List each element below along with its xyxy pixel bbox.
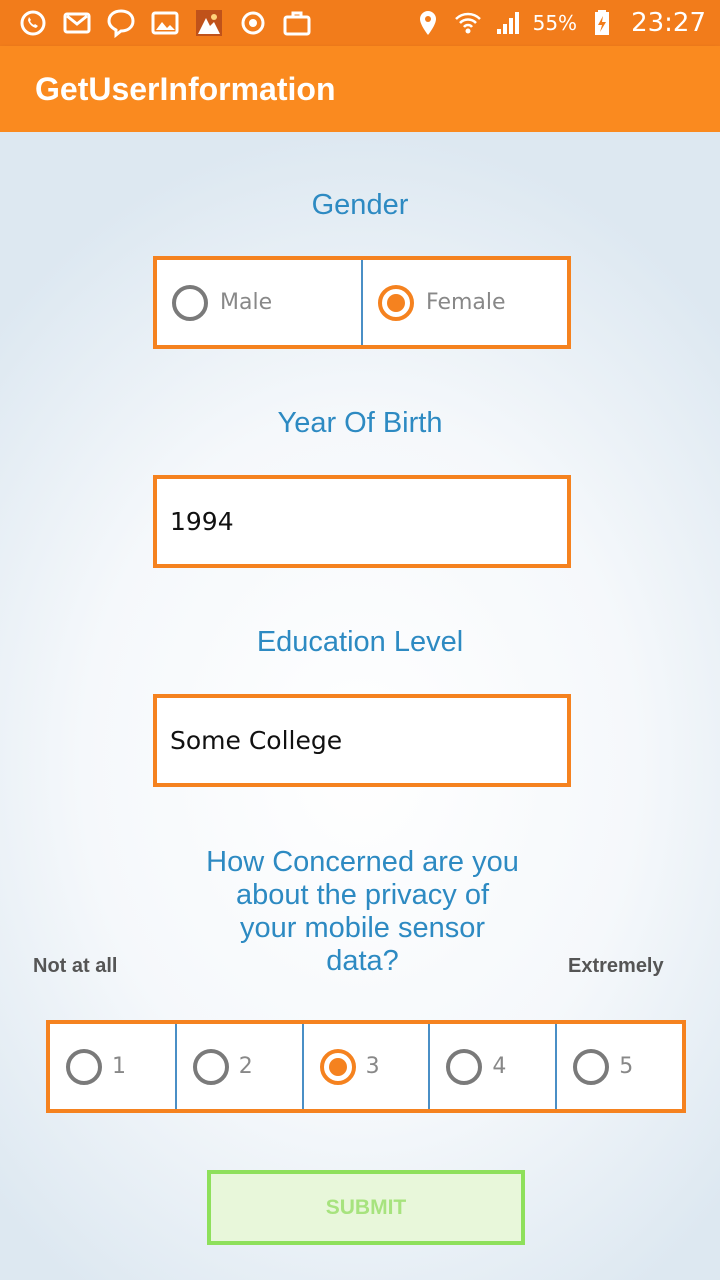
gender-label: Gender: [311, 189, 409, 221]
privacy-question-line: about the privacy of: [235, 879, 490, 911]
location-icon: [413, 8, 443, 38]
scale-option-3[interactable]: 3: [301, 1024, 429, 1109]
radio-scale-3[interactable]: [319, 1048, 356, 1085]
status-bar: 55% 23:27: [0, 0, 720, 46]
gallery-icon: [150, 8, 180, 38]
radio-scale-4[interactable]: [446, 1048, 483, 1085]
battery-charging-icon: [587, 8, 617, 38]
scale-option-5[interactable]: 5: [555, 1024, 682, 1109]
form-content: Gender Male Female Year Of Birth 1994 Ed…: [0, 132, 720, 1280]
gender-option-label: Female: [426, 290, 506, 315]
radio-female[interactable]: [378, 284, 414, 321]
privacy-question: How Concerned are you about the privacy …: [150, 846, 575, 978]
photo-app-icon: [194, 8, 224, 38]
scale-low-label: Not at all: [33, 955, 118, 977]
clock: 23:27: [631, 8, 706, 38]
gender-option-label: Male: [220, 290, 273, 315]
briefcase-icon: [282, 8, 312, 38]
privacy-scale-radio-group: 1 2 3 4 5: [46, 1020, 686, 1113]
whatsapp-icon: [18, 8, 48, 38]
education-level-value: Some College: [170, 726, 343, 755]
scale-option-1[interactable]: 1: [50, 1024, 175, 1109]
scale-high-label: Extremely: [568, 955, 664, 977]
year-of-birth-value: 1994: [170, 507, 234, 536]
scale-option-label: 5: [619, 1054, 634, 1079]
radio-scale-5[interactable]: [573, 1048, 610, 1085]
privacy-question-line: data?: [326, 945, 399, 977]
scale-option-label: 2: [238, 1054, 253, 1079]
scale-option-label: 3: [365, 1054, 380, 1079]
radio-male[interactable]: [172, 284, 208, 321]
scale-option-label: 1: [112, 1054, 126, 1079]
wifi-icon: [453, 8, 483, 38]
year-of-birth-field[interactable]: 1994: [153, 475, 571, 568]
gender-radio-group: Male Female: [153, 256, 571, 349]
battery-percent: 55%: [532, 11, 578, 35]
privacy-question-line: your mobile sensor: [240, 912, 485, 944]
submit-button[interactable]: SUBMIT: [207, 1170, 525, 1245]
privacy-question-line: How Concerned are you: [206, 846, 519, 878]
gender-option-female[interactable]: Female: [361, 260, 567, 345]
education-level-field[interactable]: Some College: [153, 694, 571, 787]
signal-icon: [493, 8, 523, 38]
system-status: 55% 23:27: [413, 8, 706, 38]
sync-icon: [238, 8, 268, 38]
education-level-label: Education Level: [256, 626, 464, 658]
notification-icons: [18, 8, 312, 38]
radio-scale-1[interactable]: [66, 1048, 102, 1085]
app-title: GetUserInformation: [35, 70, 336, 107]
gender-option-male[interactable]: Male: [157, 260, 361, 345]
scale-option-label: 4: [492, 1054, 507, 1079]
gmail-icon: [62, 8, 92, 38]
radio-scale-2[interactable]: [192, 1048, 229, 1085]
scale-option-2[interactable]: 2: [174, 1024, 302, 1109]
app-bar: GetUserInformation: [0, 46, 720, 132]
scale-option-4[interactable]: 4: [428, 1024, 555, 1109]
year-of-birth-label: Year Of Birth: [277, 407, 443, 439]
viber-icon: [106, 8, 136, 38]
